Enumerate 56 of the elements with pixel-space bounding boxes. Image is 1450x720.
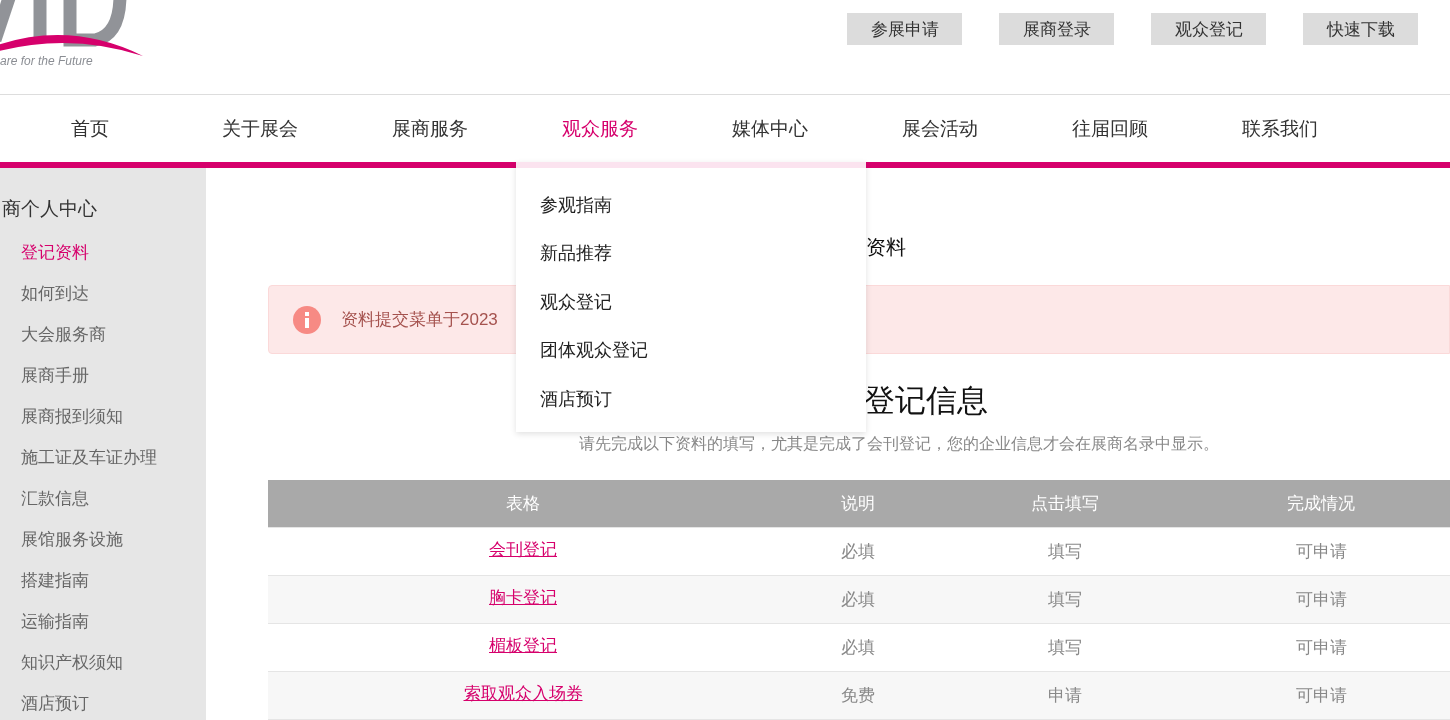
nav-item[interactable]: 往届回顾: [1025, 95, 1195, 162]
header-button[interactable]: 快速下载: [1303, 13, 1418, 45]
sidebar-title: 商个人中心: [2, 197, 98, 221]
step-note: 请先完成以下资料的填写，尤其是完成了会刊登记，您的企业信息才会在展商名录中显示。: [579, 434, 1219, 454]
table-cell-text: 可申请: [1294, 637, 1348, 659]
column-header: 点击填写: [1030, 493, 1100, 515]
sidebar-item[interactable]: 运输指南: [21, 611, 206, 652]
table-cell-text: 申请: [1047, 685, 1083, 707]
nav-item[interactable]: 展会活动: [855, 95, 1025, 162]
header-button[interactable]: 展商登录: [999, 13, 1114, 45]
menu-item[interactable]: 新品推荐: [516, 238, 866, 287]
menu-item[interactable]: 观众登记: [516, 286, 866, 336]
nav-item[interactable]: 展商服务: [345, 95, 515, 162]
table-cell-text: 可申请: [1294, 685, 1348, 707]
table-cell-text: 必填: [840, 589, 876, 611]
menu-item[interactable]: 团体观众登记: [516, 335, 866, 384]
nav-item[interactable]: 观众服务: [515, 95, 685, 162]
nav-item[interactable]: 关于展会: [175, 95, 345, 162]
info-icon: [293, 305, 321, 334]
sidebar-item[interactable]: 施工证及车证办理: [21, 447, 206, 488]
logo-tagline: are for the Future: [0, 54, 94, 68]
menu-item[interactable]: 酒店预订: [516, 383, 866, 433]
page-title: 资料: [866, 235, 906, 260]
sidebar-item[interactable]: 展商报到须知: [21, 406, 206, 447]
table-cell-text: 填写: [1047, 541, 1083, 563]
table-cell-text: 可申请: [1294, 541, 1348, 563]
table-cell-text: 免费: [840, 685, 876, 707]
sidebar-item[interactable]: 展馆服务设施: [21, 529, 206, 570]
menu-item[interactable]: 参观指南: [516, 190, 866, 239]
sidebar-item[interactable]: 如何到达: [21, 283, 206, 324]
table-cell-text: 填写: [1047, 637, 1083, 659]
step-heading: 登记信息: [864, 382, 988, 420]
column-header: 完成情况: [1286, 493, 1356, 515]
nav-item[interactable]: 联系我们: [1195, 95, 1365, 162]
table-cell-text: 可申请: [1294, 589, 1348, 611]
alert-text: 资料提交菜单于2023: [341, 309, 498, 331]
nav-item[interactable]: 首页: [5, 95, 175, 162]
sidebar-item[interactable]: 大会服务商: [21, 324, 206, 365]
form-link[interactable]: 索取观众入场券: [463, 672, 583, 715]
sidebar-item[interactable]: 登记资料: [21, 242, 206, 283]
form-link[interactable]: 胸卡登记: [489, 576, 557, 619]
sidebar-item[interactable]: 酒店预订: [21, 693, 206, 720]
sidebar-item[interactable]: 展商手册: [21, 365, 206, 406]
sidebar-item[interactable]: 汇款信息: [21, 488, 206, 529]
table-cell-text: 必填: [840, 637, 876, 659]
header-button[interactable]: 参展申请: [847, 13, 962, 45]
table-cell-text: 必填: [840, 541, 876, 563]
column-header: 表格: [505, 493, 541, 515]
nav-item[interactable]: 媒体中心: [685, 95, 855, 162]
form-link[interactable]: 会刊登记: [489, 528, 557, 571]
header-button[interactable]: 观众登记: [1151, 13, 1266, 45]
column-header: 说明: [840, 493, 876, 515]
sidebar-item[interactable]: 知识产权须知: [21, 652, 206, 693]
table-cell-text: 填写: [1047, 589, 1083, 611]
sidebar-item[interactable]: 搭建指南: [21, 570, 206, 611]
form-link[interactable]: 楣板登记: [489, 624, 557, 667]
